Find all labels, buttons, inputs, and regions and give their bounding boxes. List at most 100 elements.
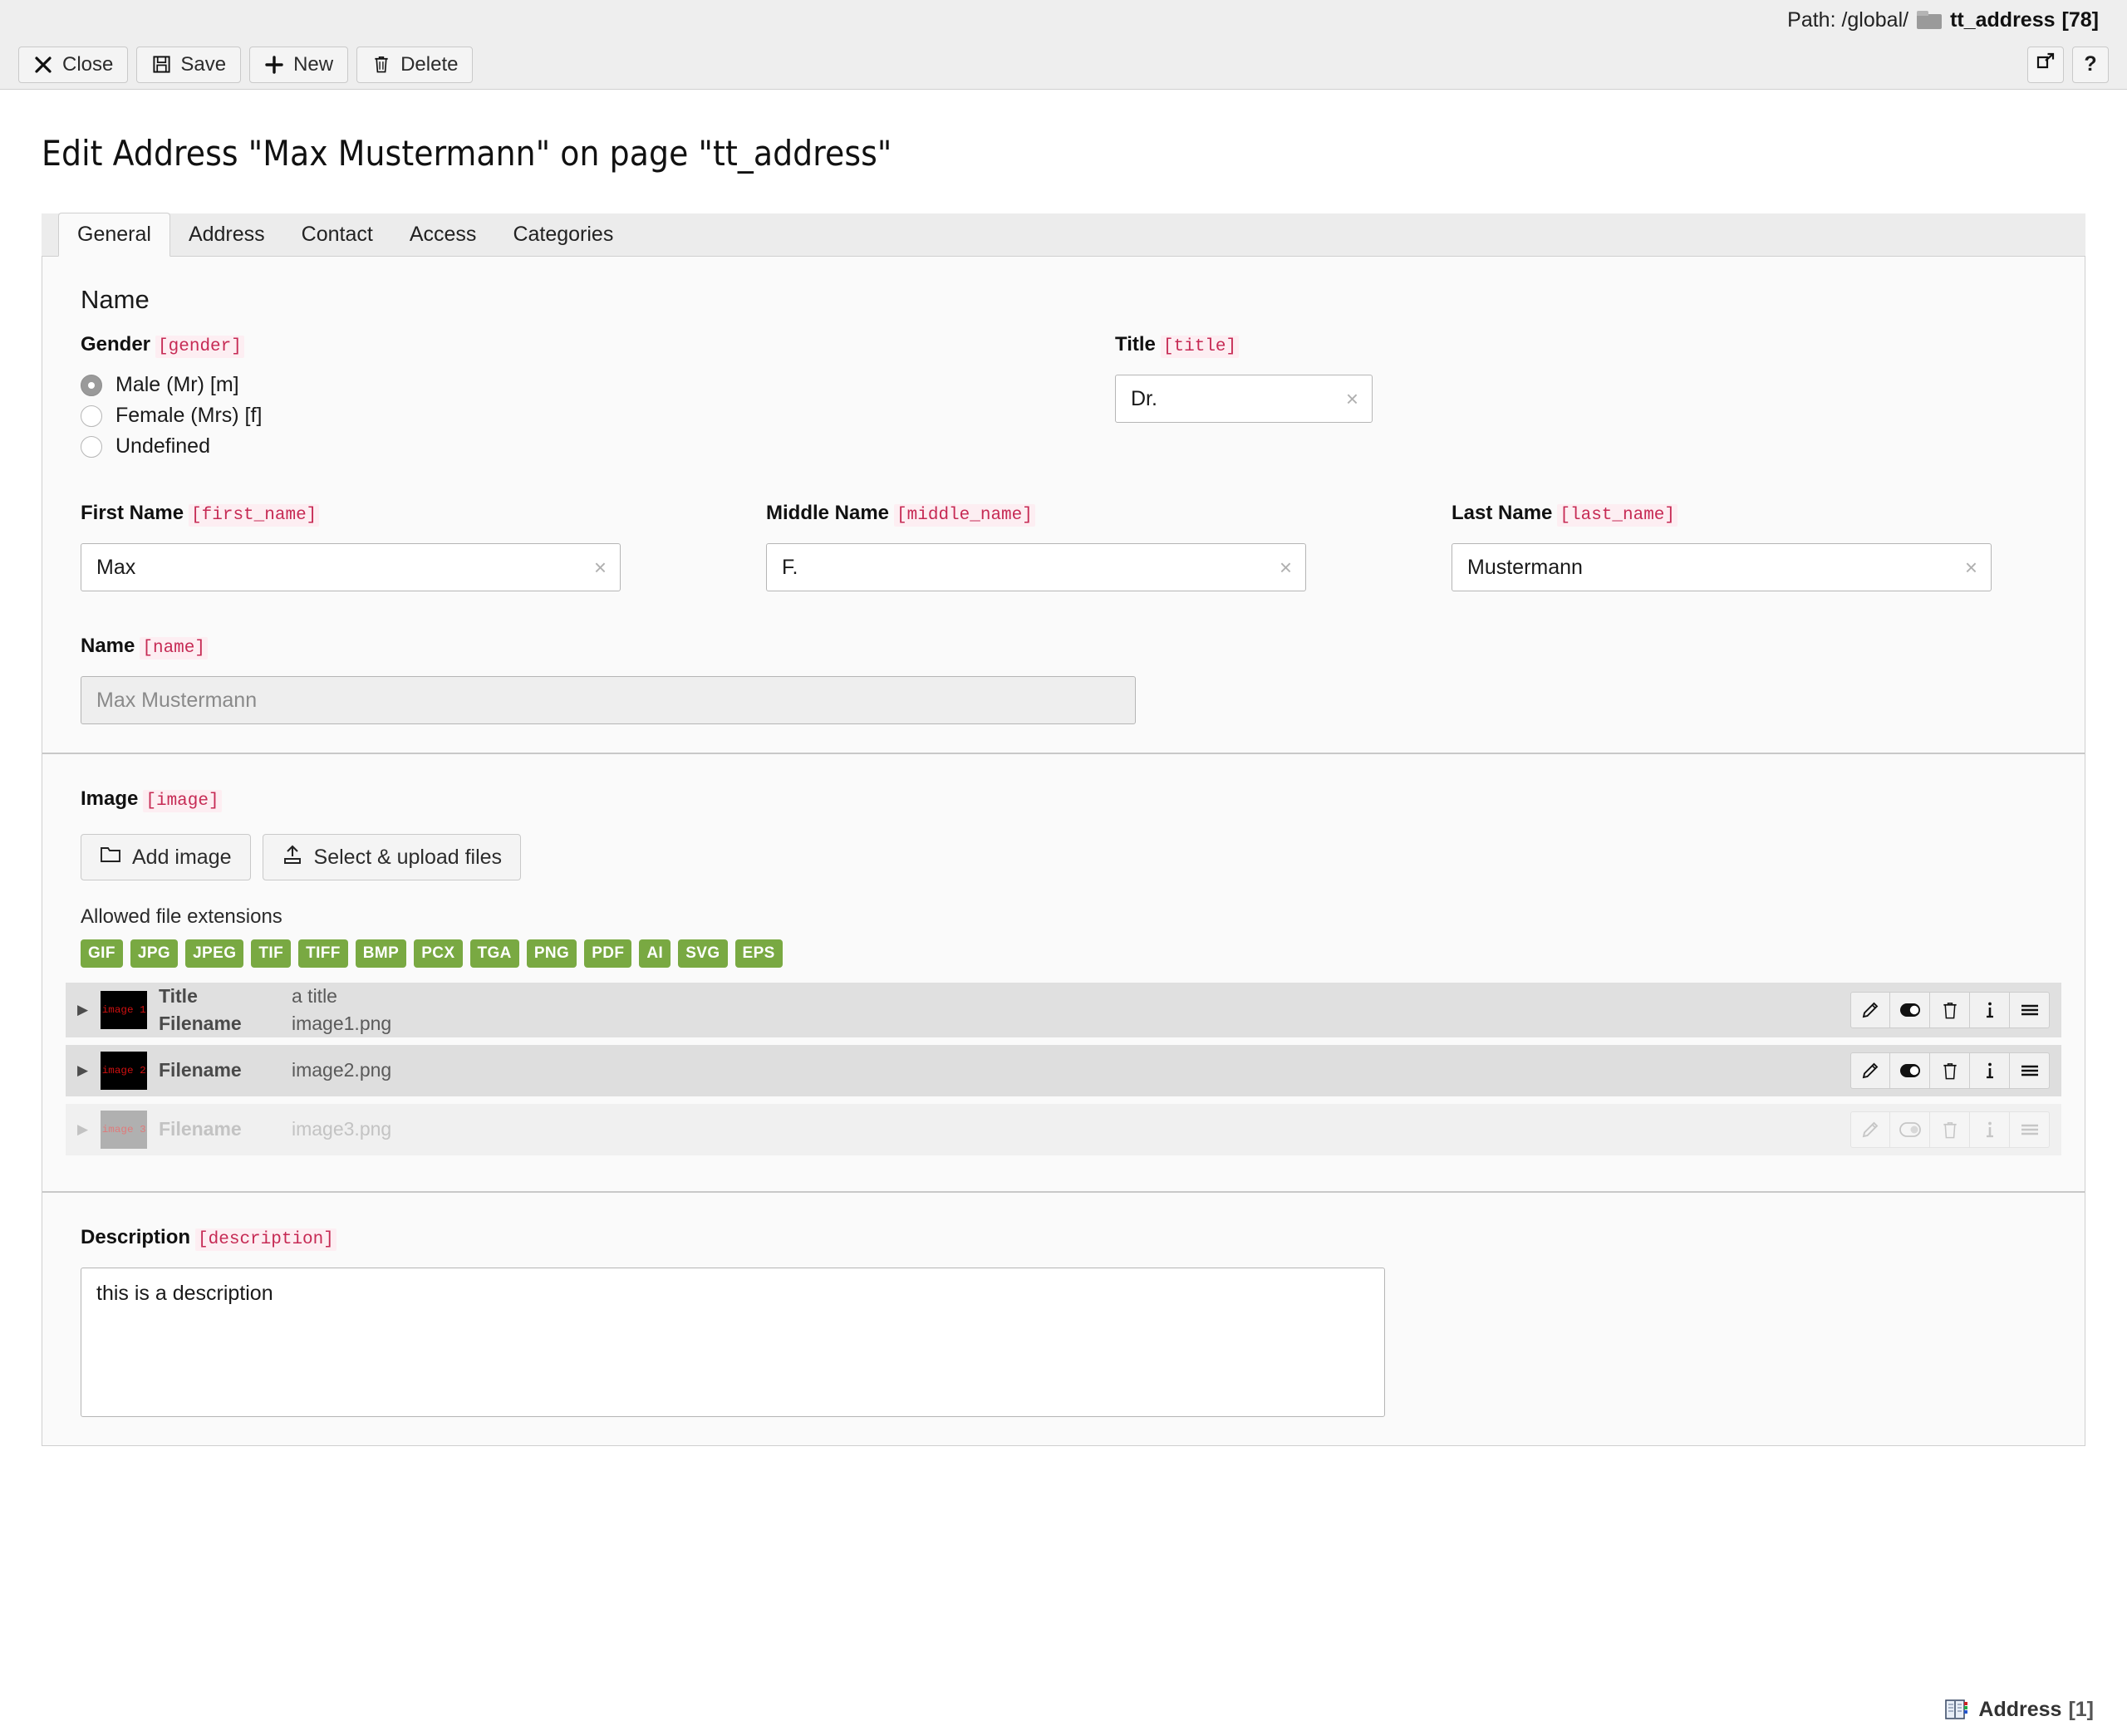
info-icon[interactable] [1970,1052,2010,1089]
row-filename-key: Filename [159,1057,292,1084]
extension-badge: JPEG [185,939,243,968]
form-container: Name Gender[gender] Male (Mr) [m] Female… [42,257,2085,1446]
add-image-button[interactable]: Add image [81,834,251,880]
footer-label: Address [1978,1698,2061,1722]
help-button[interactable]: ? [2072,47,2109,83]
tab-contact[interactable]: Contact [283,213,391,256]
row-filename-line: Filename image2.png [159,1057,391,1084]
middle-name-input[interactable]: F. × [766,543,1306,591]
edit-pencil-icon[interactable] [1850,992,1890,1028]
first-name-label: First Name[first_name] [81,502,766,525]
last-name-field-key: [last_name] [1557,504,1678,527]
tab-address[interactable]: Address [170,213,283,256]
tab-categories[interactable]: Categories [494,213,631,256]
expand-caret-icon[interactable]: ▶ [77,1002,96,1018]
first-name-clear-icon[interactable]: × [594,557,607,578]
image-label-text: Image [81,787,138,810]
radio-female[interactable] [81,405,102,427]
table-row[interactable]: ▶ image 3 Filename image3.png [66,1104,2061,1155]
gender-option-male[interactable]: Male (Mr) [m] [81,373,1115,397]
description-textarea[interactable]: this is a description [81,1268,1385,1417]
close-button[interactable]: Close [18,47,128,83]
open-in-new-window-icon [2035,51,2056,78]
extension-badge: EPS [735,939,783,968]
last-name-clear-icon[interactable]: × [1965,557,1977,578]
drag-handle-icon[interactable] [2010,992,2050,1028]
last-name-input[interactable]: Mustermann × [1452,543,1992,591]
extension-badge: PDF [584,939,631,968]
row-filename-line: Filename image3.png [159,1116,391,1143]
plus-icon [264,55,284,75]
delete-button[interactable]: Delete [356,47,473,83]
footer-count: [1] [2068,1698,2094,1722]
middle-name-clear-icon[interactable]: × [1280,557,1292,578]
radio-undefined[interactable] [81,436,102,458]
name-field-key: [name] [140,637,208,660]
path-bar: Path: /global/ tt_address [78] [0,0,2127,40]
allowed-extensions-label: Allowed file extensions [81,905,2061,929]
folder-icon [1917,11,1942,29]
table-row[interactable]: ▶ image 2 Filename image2.png [66,1045,2061,1096]
extension-badge: PNG [527,939,577,968]
gender-option-female[interactable]: Female (Mrs) [f] [81,404,1115,428]
section-image: Image[image] Add image [42,754,2085,1193]
trash-icon[interactable] [1930,992,1970,1028]
save-button[interactable]: Save [136,47,241,83]
tab-access-label: Access [410,223,477,247]
title-field-key: [title] [1161,336,1239,358]
gender-option-undefined[interactable]: Undefined [81,434,1115,459]
first-name-input[interactable]: Max × [81,543,621,591]
row-meta: Filename image3.png [159,1116,391,1143]
thumbnail-text: image 3 [102,1124,146,1135]
drag-handle-icon[interactable] [2010,1052,2050,1089]
row-title-line: Title a title [159,983,391,1010]
tab-access[interactable]: Access [391,213,495,256]
last-name-label-text: Last Name [1452,502,1552,524]
select-upload-files-button[interactable]: Select & upload files [263,834,522,880]
title-clear-icon[interactable]: × [1346,388,1358,409]
extension-badge: TIFF [298,939,348,968]
info-icon[interactable] [1970,992,2010,1028]
extension-badge: GIF [81,939,123,968]
expand-caret-icon[interactable]: ▶ [77,1121,96,1138]
info-icon [1970,1111,2010,1148]
table-row[interactable]: ▶ image 1 Title a title Filename image1.… [66,983,2061,1037]
upload-icon [282,845,303,870]
path-node[interactable]: tt_address [1950,8,2055,32]
extension-badge: BMP [356,939,406,968]
extension-badge: JPG [130,939,178,968]
tab-contact-label: Contact [302,223,373,247]
row-title-value: a title [292,983,337,1010]
title-label-text: Title [1115,333,1156,356]
toggle-icon[interactable] [1890,1052,1930,1089]
radio-female-label: Female (Mrs) [f] [115,404,262,428]
title-input-value: Dr. [1131,387,1157,411]
footer: Address [1] [0,1683,2127,1736]
middle-name-label-text: Middle Name [766,502,889,524]
help-question-icon: ? [2084,52,2096,76]
title-input[interactable]: Dr. × [1115,375,1373,423]
expand-caret-icon[interactable]: ▶ [77,1062,96,1079]
close-button-label: Close [62,53,113,76]
edit-pencil-icon[interactable] [1850,1052,1890,1089]
tab-general[interactable]: General [58,213,170,257]
delete-button-label: Delete [400,53,458,76]
close-icon [33,55,53,75]
trash-icon[interactable] [1930,1052,1970,1089]
row-actions [1850,1052,2050,1089]
thumbnail-image: image 1 [101,991,147,1029]
radio-male[interactable] [81,375,102,396]
extension-badge: AI [639,939,671,968]
name-label-text: Name [81,635,135,657]
toggle-icon[interactable] [1890,992,1930,1028]
section-name: Name Gender[gender] Male (Mr) [m] Female… [42,257,2085,754]
allowed-extensions-list: GIF JPG JPEG TIF TIFF BMP PCX TGA PNG PD… [81,939,2061,968]
image-label: Image[image] [81,787,2061,811]
toolbar: Close Save New [0,40,2127,90]
new-button[interactable]: New [249,47,348,83]
section-description: Description[description] this is a descr… [42,1193,2085,1445]
name-section-heading: Name [81,285,2061,315]
row-meta: Title a title Filename image1.png [159,983,391,1038]
open-in-new-window-button[interactable] [2027,47,2064,83]
new-button-label: New [293,53,333,76]
